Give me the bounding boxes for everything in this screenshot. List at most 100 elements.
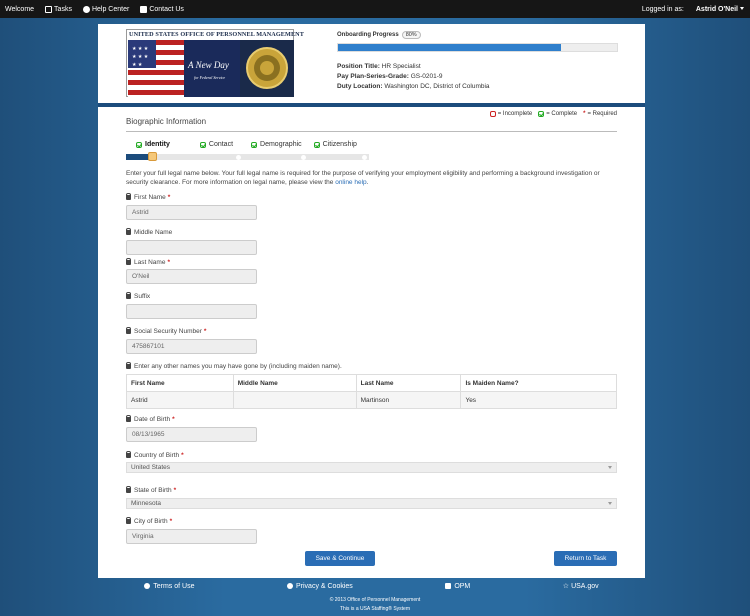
country-label: Country of Birth * [126, 451, 184, 459]
col-last-name: Last Name [355, 374, 462, 392]
tab-citizenship[interactable]: Citizenship [313, 141, 357, 148]
step-dot [301, 155, 306, 160]
chevron-down-icon [740, 7, 744, 11]
step-dot [236, 155, 241, 160]
step-dot [362, 155, 367, 160]
other-names-table: First Name Middle Name Last Name Is Maid… [126, 374, 617, 409]
legend-incomplete: = Incomplete [489, 111, 533, 117]
incomplete-icon [489, 111, 496, 117]
legend-complete-label: = Complete [546, 111, 578, 117]
col-is-maiden: Is Maiden Name? [460, 374, 617, 392]
chevron-down-icon [608, 466, 612, 469]
intro-text: Enter your full legal name below. Your f… [126, 170, 600, 186]
progress-label-row: Onboarding Progress 80% [337, 31, 619, 39]
lock-icon [126, 228, 131, 235]
country-value: United States [131, 464, 171, 471]
nav-contact-us[interactable]: Contact Us [140, 5, 184, 13]
flag-image: ★ ★ ★ ★ ★ ★ ★ ★ [128, 40, 184, 97]
check-circle-icon [287, 583, 293, 589]
state-value: Minnesota [131, 500, 161, 507]
nav-welcome[interactable]: Welcome [5, 6, 34, 13]
svg-text:★ ★ ★: ★ ★ ★ [132, 54, 149, 60]
usagov-link[interactable]: ☆ USA.gov [563, 582, 599, 591]
ssn-label: Social Security Number * [126, 327, 207, 335]
table-row[interactable]: Astrid Martinson Yes [126, 391, 617, 409]
col-first-name: First Name [126, 374, 234, 392]
user-menu[interactable]: Astrid O'Neil [696, 6, 744, 13]
logged-in-label: Logged in as: [641, 5, 684, 13]
usagov-label: USA.gov [571, 582, 599, 590]
logo-tagline: A New Day [188, 60, 229, 70]
online-help-link[interactable]: online help [335, 179, 366, 186]
first-name-label-text: First Name [134, 194, 166, 201]
building-icon [445, 583, 452, 589]
nav-help-label: Help Center [91, 5, 130, 13]
required-icon: * [203, 328, 207, 335]
section-divider [126, 131, 617, 132]
tab-demographic[interactable]: Demographic [251, 141, 302, 148]
position-info: Position Title: HR Specialist Pay Plan-S… [337, 62, 490, 92]
lock-icon [126, 327, 131, 334]
legend-incomplete-label: = Incomplete [497, 111, 533, 117]
step-knob[interactable] [148, 152, 157, 161]
state-select[interactable]: Minnesota [126, 498, 617, 509]
lock-icon [126, 415, 131, 422]
duty-location: Washington DC, District of Columbia [384, 83, 490, 90]
legend: = Incomplete = Complete * = Required [484, 111, 617, 117]
city-label-text: City of Birth [134, 518, 168, 525]
state-label: State of Birth * [126, 486, 176, 494]
cell-first-name: Astrid [126, 391, 234, 409]
user-area: Logged in as: Astrid O'Neil [642, 6, 744, 13]
position-title: HR Specialist [381, 63, 421, 70]
tab-identity[interactable]: Identity [136, 141, 170, 148]
suffix-field[interactable] [126, 304, 257, 319]
check-icon [251, 141, 258, 148]
other-names-label: Enter any other names you may have gone … [126, 362, 342, 370]
required-icon: * [181, 452, 184, 459]
nav-tasks[interactable]: Tasks [45, 5, 72, 13]
dob-field[interactable]: 08/13/1965 [126, 427, 257, 442]
privacy-link[interactable]: Privacy & Cookies [287, 582, 353, 590]
tab-citizenship-label: Citizenship [322, 141, 357, 148]
pay-plan-label: Pay Plan-Series-Grade: [337, 73, 409, 80]
lock-icon [126, 258, 131, 265]
last-name-field[interactable]: O'Neil [126, 269, 257, 284]
city-field[interactable]: Virginia [126, 529, 257, 544]
terms-label: Terms of Use [153, 582, 195, 590]
ssn-label-text: Social Security Number [134, 328, 202, 335]
cell-last-name: Martinson [355, 391, 462, 409]
system-note: This is a USA Staffing® System [339, 606, 410, 612]
terms-link[interactable]: Terms of Use [144, 582, 194, 590]
progress-label: Onboarding Progress [337, 32, 399, 38]
opm-link[interactable]: OPM [445, 582, 470, 590]
onboarding-progress: Onboarding Progress 80% [337, 31, 619, 52]
nav-help-center[interactable]: Help Center [82, 5, 130, 13]
progress-track [337, 43, 618, 52]
middle-name-label: Middle Name [126, 228, 172, 236]
section-title: Biographic Information [126, 117, 207, 126]
lock-icon [126, 292, 131, 299]
logo-title: United States Office of Personnel Manage… [129, 31, 304, 38]
cell-is-maiden: Yes [460, 391, 617, 409]
biographic-card: Biographic Information = Incomplete = Co… [98, 107, 645, 578]
logo-subtagline: for Federal Service [194, 75, 226, 80]
footer-links: Terms of Use Privacy & Cookies OPM ☆ USA.… [98, 582, 645, 590]
dob-label: Date of Birth * [126, 415, 175, 423]
last-name-label: Last Name * [126, 258, 170, 266]
check-icon [313, 141, 320, 148]
state-label-text: State of Birth [134, 487, 172, 494]
copyright: © 2013 Office of Personnel Management [329, 597, 421, 603]
return-to-task-button[interactable]: Return to Task [554, 551, 617, 566]
required-icon: * [583, 111, 586, 117]
save-continue-button[interactable]: Save & Continue [305, 551, 375, 566]
check-icon [136, 141, 142, 148]
first-name-label: First Name * [126, 193, 170, 201]
country-select[interactable]: United States [126, 462, 617, 473]
first-name-field[interactable]: Astrid [126, 205, 257, 220]
progress-badge: 80% [401, 31, 421, 39]
middle-name-field[interactable] [126, 240, 257, 255]
table-header-row: First Name Middle Name Last Name Is Maid… [126, 374, 617, 392]
complete-icon [538, 111, 545, 117]
tab-contact[interactable]: Contact [199, 141, 233, 148]
ssn-field[interactable]: 475867101 [126, 339, 257, 354]
